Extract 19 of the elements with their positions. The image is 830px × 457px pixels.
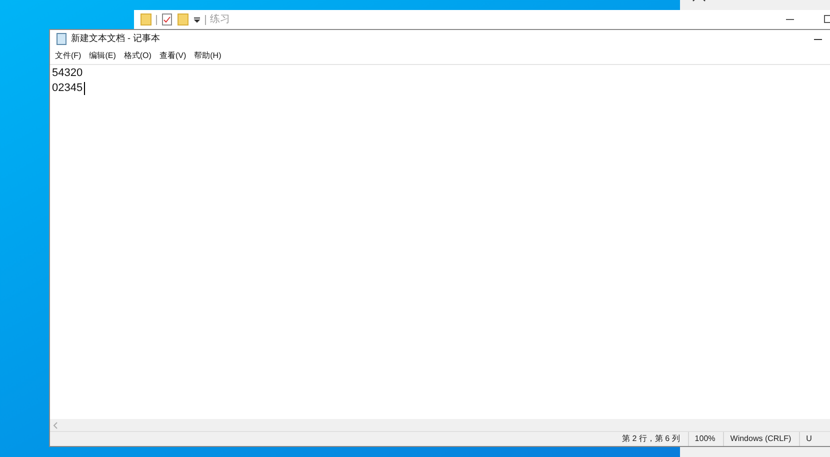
menu-item[interactable]: 帮助(H): [194, 50, 222, 62]
status-text: 第 2 行，第 6 列: [622, 433, 680, 445]
window-title: 练习: [210, 13, 230, 27]
maximize-icon[interactable]: [824, 15, 830, 23]
menu-item[interactable]: 文件(F): [55, 50, 82, 62]
menu-item[interactable]: 格式(O): [124, 50, 152, 62]
horizontal-scrollbar[interactable]: [50, 419, 830, 431]
minimize-icon[interactable]: [814, 38, 822, 40]
window-title: 新建文本文档 - 记事本: [71, 32, 160, 46]
status-text: Windows (CRLF): [730, 433, 792, 445]
menu-item[interactable]: 查看(V): [159, 50, 186, 62]
menu-item[interactable]: 编辑(E): [89, 50, 116, 62]
text-cursor: [84, 82, 85, 95]
status-text: 100%: [694, 433, 716, 445]
properties-icon[interactable]: [161, 13, 173, 26]
status-text: U: [806, 433, 812, 445]
text-line: 02345: [52, 81, 83, 96]
text-line: 54320: [52, 66, 83, 82]
notepad-icon: [56, 33, 67, 45]
